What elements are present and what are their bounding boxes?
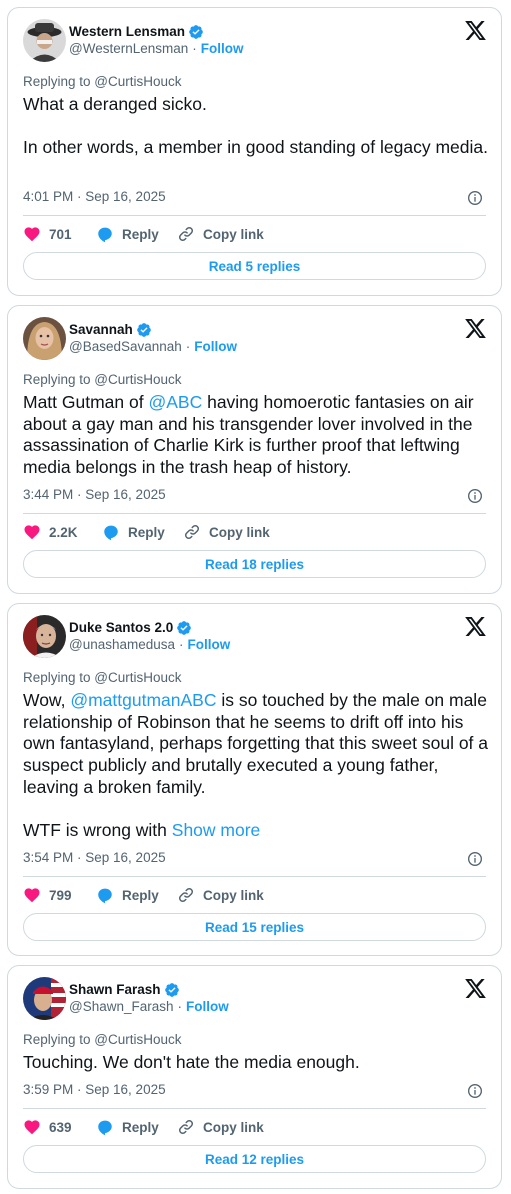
divider: [23, 876, 486, 877]
reply-button[interactable]: Reply: [96, 1118, 177, 1136]
copy-link-button[interactable]: Copy link: [177, 1118, 264, 1136]
copy-link-label: Copy link: [209, 524, 270, 540]
author-handle[interactable]: @WesternLensman: [69, 41, 188, 56]
avatar[interactable]: [23, 317, 66, 360]
timestamp[interactable]: 4:01 PM · Sep 16, 2025: [23, 189, 166, 204]
separator-dot: ·: [177, 999, 183, 1014]
mention-link[interactable]: @mattgutmanABC: [70, 690, 216, 710]
link-icon: [178, 887, 194, 903]
like-button[interactable]: 2.2K: [23, 523, 102, 541]
avatar[interactable]: [23, 615, 66, 658]
heart-icon: [24, 525, 40, 540]
x-logo-icon[interactable]: [465, 21, 486, 40]
replying-to: Replying to @CurtisHouck: [23, 372, 182, 387]
read-replies-button[interactable]: Read 12 replies: [23, 1145, 486, 1173]
divider: [23, 513, 486, 514]
copy-link-button[interactable]: Copy link: [183, 523, 270, 541]
reply-bubble-icon: [98, 1120, 112, 1136]
tweet-card: Duke Santos 2.0 @unashamedusa · Follow Rep…: [7, 603, 502, 956]
like-count: 799: [49, 887, 72, 903]
replying-to: Replying to @CurtisHouck: [23, 670, 182, 685]
show-more-link[interactable]: Show more: [172, 820, 261, 840]
like-count: 2.2K: [49, 524, 78, 540]
reply-button[interactable]: Reply: [102, 523, 183, 541]
verified-badge-icon: [177, 620, 192, 635]
author-name[interactable]: Western Lensman: [69, 24, 185, 39]
separator-dot: ·: [185, 339, 191, 354]
tweet-card: Savannah @BasedSavannah · Follow Replying …: [7, 305, 502, 594]
separator-dot: ·: [192, 41, 197, 56]
follow-button[interactable]: Follow: [201, 41, 244, 56]
replying-to: Replying to @CurtisHouck: [23, 74, 182, 89]
heart-icon: [24, 227, 40, 242]
copy-link-button[interactable]: Copy link: [177, 886, 264, 904]
follow-button[interactable]: Follow: [186, 999, 229, 1014]
tweet-text-start: Matt Gutman of: [23, 392, 149, 412]
tweet-text: Touching. We don't hate the media enough…: [23, 1052, 360, 1072]
reply-label: Reply: [122, 226, 159, 242]
reply-label: Reply: [122, 887, 159, 903]
heart-icon: [24, 888, 40, 903]
author-handle[interactable]: @Shawn_Farash: [69, 999, 174, 1014]
x-logo-icon[interactable]: [465, 319, 486, 338]
timestamp[interactable]: 3:54 PM · Sep 16, 2025: [23, 850, 166, 865]
reply-bubble-icon: [104, 525, 118, 541]
author-handle[interactable]: @BasedSavannah: [69, 339, 182, 354]
reply-label: Reply: [128, 524, 165, 540]
link-icon: [178, 1119, 194, 1135]
copy-link-label: Copy link: [203, 1119, 264, 1135]
heart-icon: [24, 1120, 40, 1135]
link-icon: [178, 226, 194, 242]
timestamp[interactable]: 3:59 PM · Sep 16, 2025: [23, 1082, 166, 1097]
divider: [23, 215, 486, 216]
tweet-text-start: Wow,: [23, 690, 71, 710]
mention-link[interactable]: @ABC: [148, 392, 202, 412]
tweet-text: Matt Gutman of @ABC having homoerotic fa…: [23, 392, 493, 479]
separator-dot: ·: [179, 637, 184, 652]
timestamp[interactable]: 3:44 PM · Sep 16, 2025: [23, 487, 166, 502]
tweet-card: Western Lensman @WesternLensman · Follow R…: [7, 7, 502, 296]
link-icon: [184, 524, 200, 540]
avatar[interactable]: [23, 977, 66, 1020]
info-icon[interactable]: [467, 1083, 483, 1099]
info-icon[interactable]: [467, 190, 483, 206]
follow-button[interactable]: Follow: [194, 339, 237, 354]
tweet-card: Shawn Farash @Shawn_Farash · Follow Replyi…: [7, 965, 502, 1189]
read-replies-button[interactable]: Read 18 replies: [23, 550, 486, 578]
author-name[interactable]: Savannah: [69, 322, 133, 337]
read-replies-button[interactable]: Read 5 replies: [23, 252, 486, 280]
replying-to: Replying to @CurtisHouck: [23, 1032, 182, 1047]
reply-bubble-icon: [98, 227, 112, 243]
like-button[interactable]: 799: [23, 886, 96, 904]
reply-button[interactable]: Reply: [96, 225, 177, 243]
author-name[interactable]: Duke Santos 2.0: [69, 620, 173, 635]
copy-link-label: Copy link: [203, 226, 264, 242]
follow-button[interactable]: Follow: [188, 637, 231, 652]
reply-label: Reply: [122, 1119, 159, 1135]
divider: [23, 1108, 486, 1109]
author-name[interactable]: Shawn Farash: [69, 982, 161, 997]
x-logo-icon[interactable]: [465, 979, 486, 998]
like-button[interactable]: 701: [23, 225, 96, 243]
tweet-text: Wow, @mattgutmanABC is so touched by the…: [23, 690, 493, 842]
reply-bubble-icon: [98, 888, 112, 904]
verified-badge-icon: [136, 322, 151, 337]
verified-badge-icon: [189, 24, 203, 39]
verified-badge-icon: [164, 982, 179, 997]
x-logo-icon[interactable]: [465, 617, 486, 636]
copy-link-label: Copy link: [203, 887, 264, 903]
info-icon[interactable]: [467, 851, 483, 867]
reply-button[interactable]: Reply: [96, 886, 177, 904]
like-button[interactable]: 639: [23, 1118, 96, 1136]
tweet-text: What a deranged sicko. In other words, a…: [23, 94, 488, 158]
like-count: 701: [49, 226, 72, 242]
author-handle[interactable]: @unashamedusa: [69, 637, 175, 652]
like-count: 639: [49, 1119, 72, 1135]
avatar[interactable]: [23, 19, 66, 62]
copy-link-button[interactable]: Copy link: [177, 225, 264, 243]
info-icon[interactable]: [467, 488, 483, 504]
read-replies-button[interactable]: Read 15 replies: [23, 913, 486, 941]
tweet-text-rest: is so touched by the male on male relati…: [23, 690, 489, 841]
